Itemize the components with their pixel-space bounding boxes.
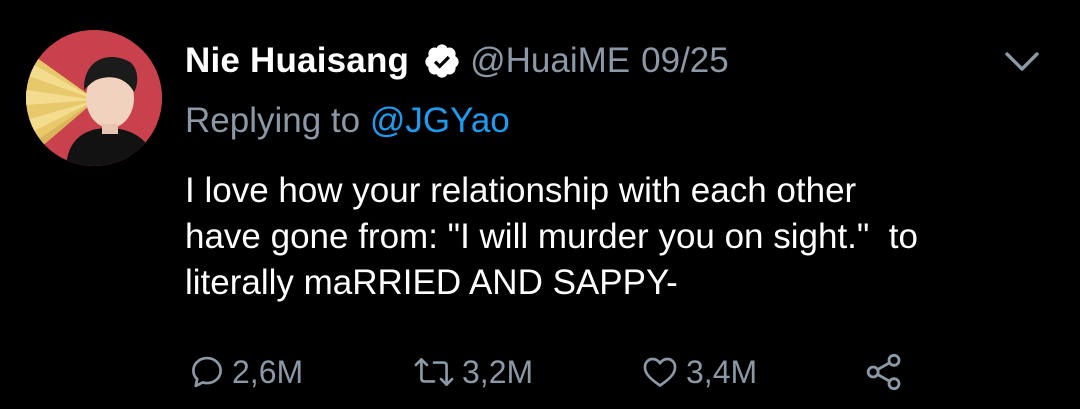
replying-to-prefix: Replying to [185, 101, 370, 140]
author-display-name[interactable]: Nie Huaisang [185, 41, 409, 81]
reply-count: 2,6M [232, 353, 304, 390]
share-button[interactable] [864, 350, 904, 394]
retweet-count: 3,2M [462, 353, 534, 390]
tweet[interactable]: Nie Huaisang @HuaiME 09/25 Replying to @… [0, 0, 1080, 409]
reply-mention-link[interactable]: @JGYao [370, 101, 510, 140]
heart-icon [640, 353, 680, 391]
replying-to: Replying to @JGYao [185, 101, 510, 141]
share-icon [864, 352, 904, 392]
tweet-text: I love how your relationship with each o… [185, 171, 918, 302]
tweet-date[interactable]: 09/25 [641, 41, 729, 81]
reply-icon [188, 353, 226, 391]
verified-badge-icon [423, 42, 461, 80]
reply-button[interactable]: 2,6M [188, 350, 303, 394]
chevron-down-icon[interactable] [1002, 48, 1042, 76]
author-handle[interactable]: @HuaiME [470, 41, 630, 81]
tweet-header: Nie Huaisang @HuaiME 09/25 [185, 36, 729, 86]
avatar[interactable] [26, 30, 162, 166]
like-count: 3,4M [686, 353, 758, 390]
like-button[interactable]: 3,4M [640, 350, 757, 394]
retweet-button[interactable]: 3,2M [412, 350, 533, 394]
tweet-actions: 2,6M 3,2M 3,4M [0, 350, 1080, 394]
retweet-icon [412, 353, 456, 391]
